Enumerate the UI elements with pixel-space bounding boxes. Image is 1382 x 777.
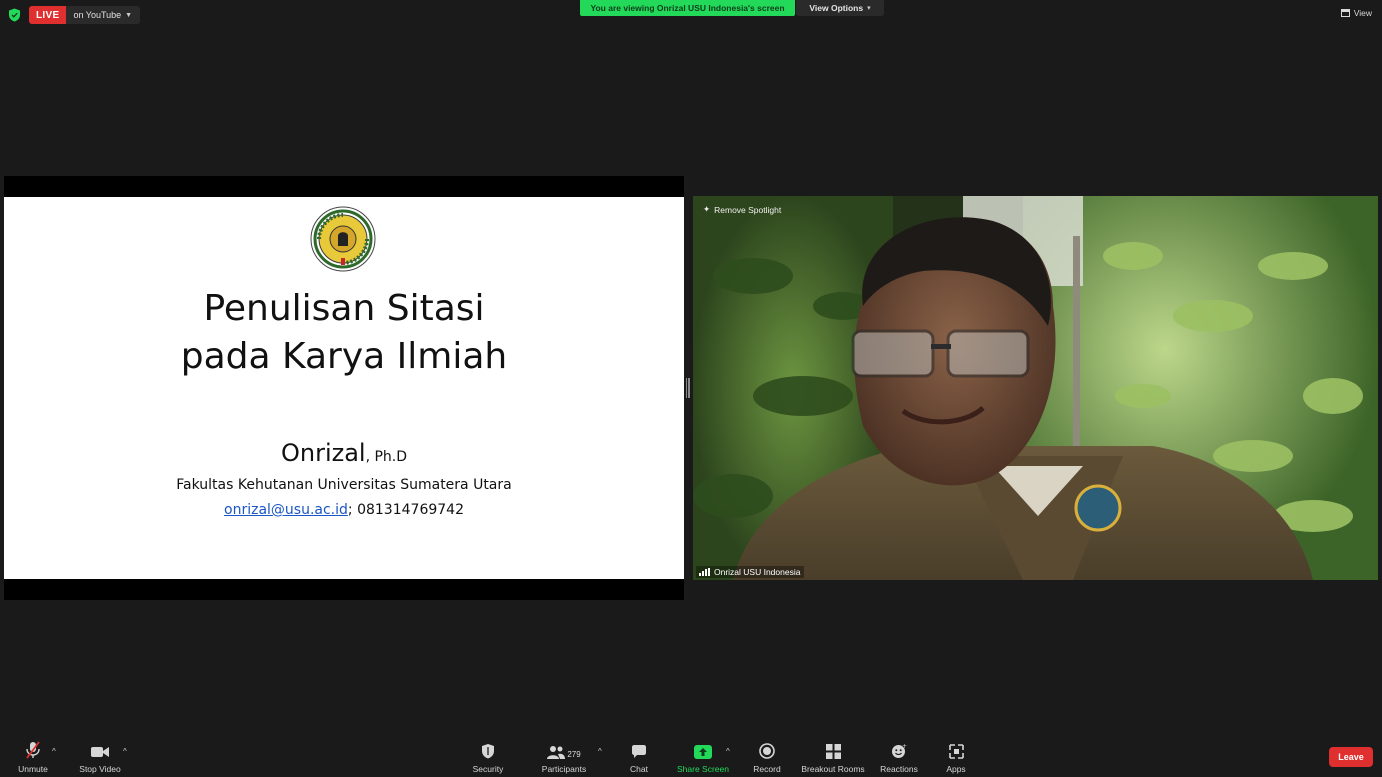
participants-icon: 279 [547,741,581,759]
leave-button[interactable]: Leave [1329,747,1373,767]
security-label: Security [472,764,504,774]
author-name: Onrizal [280,439,366,467]
chat-bubble-icon [631,741,647,759]
remove-spotlight-button[interactable]: ✦ Remove Spotlight [703,204,781,215]
participants-label: Participants [541,764,587,774]
viewing-screen-banner: You are viewing Onrizal USU Indonesia's … [580,0,795,16]
slide-title-line-2: pada Karya Ilmiah [180,336,508,377]
video-frame [693,196,1378,580]
smiley-face-icon: + [891,741,907,759]
unmute-button[interactable]: Unmute [16,741,50,774]
video-options-caret-icon[interactable]: ^ [123,747,127,756]
live-destination-dropdown[interactable]: on YouTube ▼ [66,6,141,24]
svg-text:+: + [902,743,907,750]
security-shield-icon[interactable] [8,8,21,22]
pin-icon: ✦ [703,204,711,214]
security-button[interactable]: Security [470,741,506,774]
breakout-rooms-button[interactable]: Breakout Rooms [800,741,866,774]
video-camera-icon [90,741,110,759]
muted-microphone-icon [25,741,41,759]
share-options-caret-icon[interactable]: ^ [726,747,730,756]
participants-options-caret-icon[interactable]: ^ [598,747,602,756]
breakout-rooms-label: Breakout Rooms [801,764,865,774]
participant-name-label: Onrizal USU Indonesia [714,567,801,577]
chat-button[interactable]: Chat [624,741,654,774]
email-link[interactable]: onrizal@usu.ac.id [224,502,348,518]
stop-video-label: Stop Video [79,764,121,774]
caret-down-icon: ▼ [125,11,133,19]
breakout-rooms-grid-icon [825,741,841,759]
remove-spotlight-label: Remove Spotlight [714,204,782,215]
reactions-button[interactable]: + Reactions [878,741,920,774]
unmute-label: Unmute [18,764,48,774]
presentation-slide: Penulisan Sitasi pada Karya Ilmiah Onriz… [4,197,684,579]
record-icon [759,741,775,759]
record-button[interactable]: Record [750,741,784,774]
slide-contact: onrizal@usu.ac.id; 081314769742 [4,502,684,518]
audio-options-caret-icon[interactable]: ^ [52,747,56,756]
stop-video-button[interactable]: Stop Video [77,741,123,774]
share-screen-label: Share Screen [677,764,729,774]
phone-number: ; 081314769742 [347,502,464,518]
security-shield-icon [481,741,495,759]
apps-label: Apps [946,764,966,774]
share-screen-icon [694,741,712,759]
live-destination-label: on YouTube [73,10,122,20]
view-label: View [1353,8,1372,18]
author-degree: , Ph.D [365,449,408,465]
share-screen-button[interactable]: Share Screen [676,741,730,774]
slide-title-line-1: Penulisan Sitasi [203,288,485,329]
record-label: Record [753,764,781,774]
signal-strength-icon [699,568,710,576]
view-button[interactable]: View [1340,8,1372,18]
participants-count: 279 [567,750,581,759]
participants-button[interactable]: 279 Participants [540,741,588,774]
university-logo-icon [310,206,376,272]
slide-affiliation: Fakultas Kehutanan Universitas Sumatera … [176,477,512,493]
chat-label: Chat [630,764,648,774]
participant-video[interactable]: ✦ Remove Spotlight Onrizal USU Indonesia [693,196,1378,580]
slide-title: Penulisan Sitasi pada Karya Ilmiah [4,285,684,381]
apps-icon [948,741,964,759]
panel-splitter-handle[interactable] [686,378,691,398]
view-grid-icon [1340,9,1350,17]
reactions-label: Reactions [880,764,918,774]
participant-name-tag: Onrizal USU Indonesia [696,566,805,578]
view-options-button[interactable]: View Options ▾ [796,0,884,16]
shared-screen-area: Penulisan Sitasi pada Karya Ilmiah Onriz… [4,176,684,600]
live-stream-indicator[interactable]: LIVE on YouTube ▼ [29,6,141,24]
apps-button[interactable]: Apps [942,741,970,774]
caret-down-icon: ▾ [867,5,871,12]
view-options-label: View Options [809,3,864,13]
slide-author: Onrizal, Ph.D [4,439,684,467]
meeting-toolbar: Unmute ^ Stop Video ^ Security 279 Parti… [0,737,1382,777]
live-label: LIVE [29,6,67,24]
